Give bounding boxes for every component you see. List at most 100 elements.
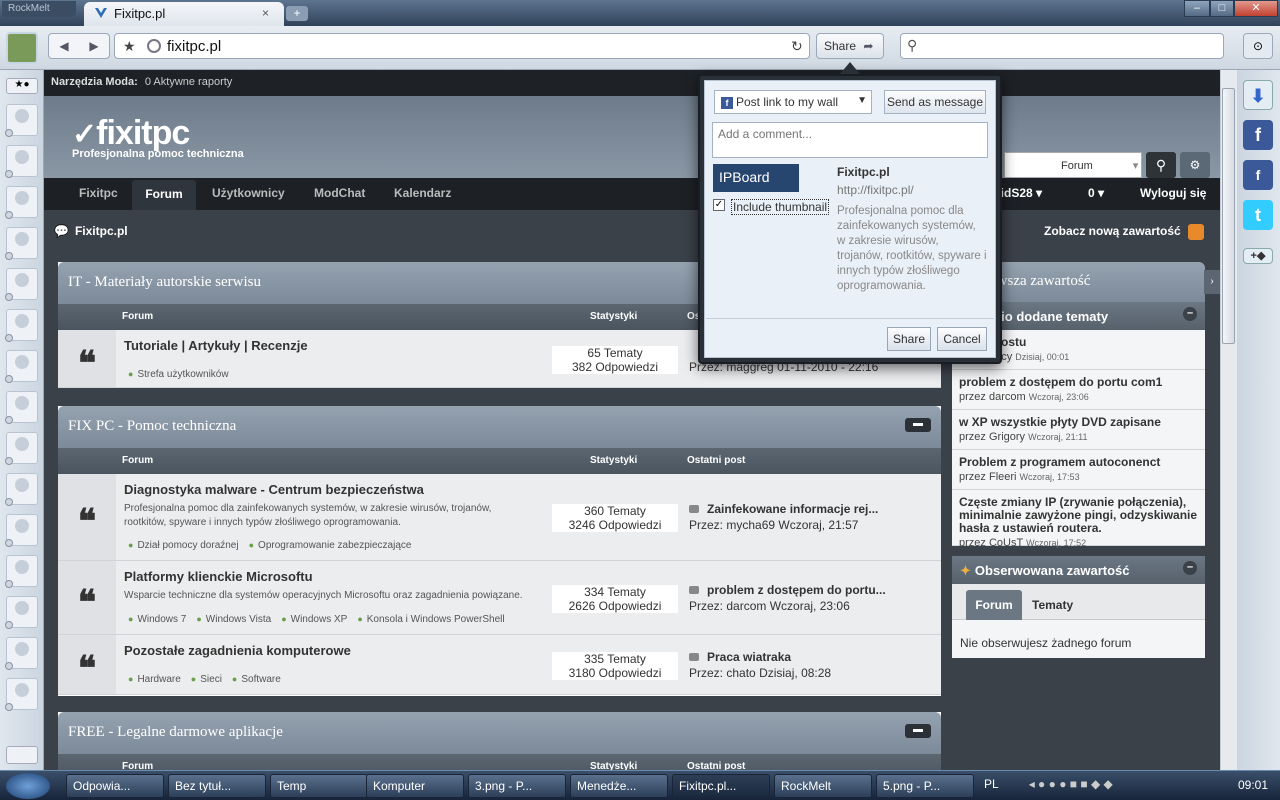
tab-close-icon[interactable]: × xyxy=(262,6,269,20)
taskbar-item-active[interactable]: Fixitpc.pl... xyxy=(672,774,770,798)
twitter-icon[interactable]: t xyxy=(1243,200,1273,230)
recent-topic-item[interactable]: Częste zmiany IP (zrywanie połączenia), … xyxy=(952,490,1205,549)
maximize-button[interactable]: □ xyxy=(1210,0,1234,17)
reload-icon[interactable]: ↻ xyxy=(791,38,803,55)
friend-avatar[interactable] xyxy=(5,432,38,465)
collapse-icon[interactable]: – xyxy=(1183,307,1197,321)
close-window-button[interactable]: ✕ xyxy=(1234,0,1278,17)
friend-avatar[interactable] xyxy=(5,309,38,342)
taskbar-item[interactable]: Odpowia... xyxy=(66,774,164,798)
forum-title[interactable]: Platformy klienckie Microsoftu xyxy=(124,569,313,584)
back-icon[interactable]: ◀ xyxy=(49,34,79,58)
taskbar-item[interactable]: 5.png - P... xyxy=(876,774,974,798)
nav-fixitpc[interactable]: Fixitpc xyxy=(79,186,118,200)
mod-tools-label[interactable]: Narzędzia Moda: xyxy=(51,76,138,88)
star-icon[interactable]: ★ xyxy=(123,38,136,55)
facebook-page-icon[interactable]: f xyxy=(1243,160,1273,190)
taskbar-item[interactable]: Bez tytuł... xyxy=(168,774,266,798)
friend-avatar[interactable] xyxy=(5,268,38,301)
friend-avatar[interactable] xyxy=(5,186,38,219)
new-content-link[interactable]: Zobacz nową zawartość xyxy=(1044,224,1181,238)
taskbar-item[interactable]: Temp xyxy=(270,774,368,798)
logout-link[interactable]: Wyloguj się xyxy=(1140,186,1206,200)
notifications-menu[interactable]: 0 ▾ xyxy=(1088,186,1104,200)
collapse-button[interactable]: ▬ xyxy=(905,724,931,738)
tray-icons[interactable]: ◂ ● ● ● ■ ■ ◆ ◆ xyxy=(1029,777,1113,791)
send-as-message-button[interactable]: Send as message xyxy=(884,90,986,114)
include-thumbnail-checkbox[interactable]: ✓ xyxy=(713,199,725,211)
app-menu[interactable]: RockMelt xyxy=(2,1,76,17)
forum-row[interactable]: ❝ Platformy klienckie Microsoftu Wsparci… xyxy=(58,561,941,635)
forum-row[interactable]: ❝ Diagnostyka malware - Centrum bezpiecz… xyxy=(58,474,941,561)
nav-users[interactable]: Użytkownicy xyxy=(212,186,285,200)
share-button[interactable]: Share ➦ xyxy=(816,33,884,59)
language-indicator[interactable]: PL xyxy=(984,777,999,791)
address-bar[interactable]: ★ fixitpc.pl ↻ xyxy=(114,33,810,59)
friend-avatar[interactable] xyxy=(5,145,38,178)
taskbar-item[interactable]: RockMelt xyxy=(774,774,872,798)
nav-calendar[interactable]: Kalendarz xyxy=(394,186,451,200)
friend-avatar[interactable] xyxy=(5,596,38,629)
add-app-icon[interactable]: +◆ xyxy=(1243,248,1273,264)
rss-icon[interactable] xyxy=(1188,224,1204,240)
category-title[interactable]: FIX PC - Pomoc techniczna xyxy=(58,406,941,448)
forum-title[interactable]: Pozostałe zagadnienia komputerowe xyxy=(124,643,351,658)
sidebar-toggle-icon[interactable]: › xyxy=(1204,270,1220,294)
collapse-button[interactable]: ▬ xyxy=(905,418,931,432)
rockmelt-menu-button[interactable]: ⊙ xyxy=(1243,33,1273,59)
taskbar-item[interactable]: Menedże... xyxy=(570,774,668,798)
recent-topic-item[interactable]: problem z dostępem do portu com1 przez da… xyxy=(952,370,1205,410)
scrollbar-thumb[interactable] xyxy=(1222,88,1235,344)
settings-gear-icon[interactable]: ⚙ xyxy=(1180,152,1210,178)
last-post[interactable]: problem z dostępem do portu... Przez: dar… xyxy=(689,583,886,613)
friend-avatar[interactable] xyxy=(5,350,38,383)
tab-topics[interactable]: Tematy xyxy=(1032,598,1073,612)
friend-avatar[interactable] xyxy=(5,227,38,260)
share-target-select[interactable]: f Post link to my wall ▼ xyxy=(714,90,872,114)
recent-topic-item[interactable]: w XP wszystkie płyty DVD zapisane przez G… xyxy=(952,410,1205,450)
taskbar-item[interactable]: 3.png - P... xyxy=(468,774,566,798)
user-avatar[interactable] xyxy=(6,32,38,64)
active-reports[interactable]: 0 Aktywne raporty xyxy=(145,76,232,88)
last-post[interactable]: Praca wiatraka Przez: chato Dzisiaj, 08:2… xyxy=(689,650,831,680)
forum-stats: 360 Tematy 3246 Odpowiedzi xyxy=(552,504,678,532)
minimize-button[interactable]: – xyxy=(1184,0,1210,17)
url-text[interactable]: fixitpc.pl xyxy=(167,38,221,55)
friend-avatar[interactable] xyxy=(5,104,38,137)
search-scope-select[interactable]: Forum ▾ xyxy=(1004,152,1142,178)
friend-avatar[interactable] xyxy=(5,555,38,588)
nav-modchat[interactable]: ModChat xyxy=(314,186,365,200)
collapse-icon[interactable]: – xyxy=(1183,561,1197,575)
friends-list-icon[interactable] xyxy=(6,746,38,764)
friend-avatar[interactable] xyxy=(5,637,38,670)
friend-avatar[interactable] xyxy=(5,391,38,424)
breadcrumb[interactable]: 💬 Fixitpc.pl xyxy=(54,224,128,238)
friend-avatar[interactable] xyxy=(5,678,38,711)
recent-topic-item[interactable]: Problem z programem autoconenct przez Fle… xyxy=(952,450,1205,490)
forum-row[interactable]: ❝ Pozostałe zagadnienia komputerowe Hard… xyxy=(58,635,941,695)
clock[interactable]: 09:01 xyxy=(1238,778,1268,792)
feed-icon[interactable]: ⬇ xyxy=(1243,80,1273,110)
start-button[interactable] xyxy=(6,773,50,799)
comment-input[interactable] xyxy=(712,122,988,158)
share-submit-button[interactable]: Share xyxy=(887,327,931,351)
site-search-icon[interactable]: ⚲ xyxy=(1146,152,1176,178)
tab-forum[interactable]: Forum xyxy=(966,590,1022,620)
category-title[interactable]: FREE - Legalne darmowe aplikacje xyxy=(58,712,941,754)
friend-avatar[interactable] xyxy=(5,514,38,547)
new-tab-button[interactable]: + xyxy=(286,6,308,21)
nav-forum[interactable]: Forum xyxy=(132,180,196,210)
forum-title[interactable]: Diagnostyka malware - Centrum bezpieczeń… xyxy=(124,482,424,497)
include-thumbnail-label[interactable]: Include thumbnail xyxy=(731,199,830,215)
taskbar-item[interactable]: Komputer xyxy=(366,774,464,798)
forward-icon[interactable]: ▶ xyxy=(79,34,109,58)
forum-title[interactable]: Tutoriale | Artykuły | Recenzje xyxy=(124,338,308,353)
facebook-icon[interactable]: f xyxy=(1243,120,1273,150)
friend-avatar[interactable] xyxy=(5,473,38,506)
browser-tab[interactable]: Fixitpc.pl xyxy=(84,2,284,26)
favorites-star-icon[interactable]: ★● xyxy=(6,78,38,94)
popup-pointer xyxy=(840,62,860,74)
last-post[interactable]: Zainfekowane informacje rej... Przez: myc… xyxy=(689,502,878,532)
search-input[interactable]: ⚲ xyxy=(900,33,1224,59)
cancel-button[interactable]: Cancel xyxy=(937,327,987,351)
